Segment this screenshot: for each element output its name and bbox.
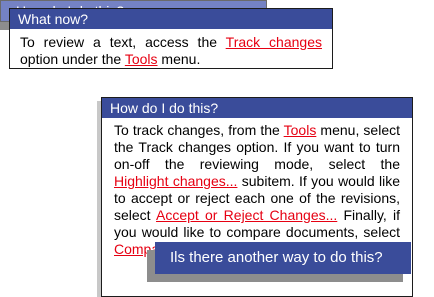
tools-link[interactable]: Tools (125, 51, 158, 67)
what-now-window: What now? To review a text, access the T… (9, 8, 333, 69)
text-segment: option under the (20, 51, 125, 67)
what-now-title: What now? (10, 9, 332, 29)
accept-reject-changes-link[interactable]: Accept or Reject Changes... (156, 207, 337, 223)
highlight-changes-link[interactable]: Highlight changes... (114, 173, 237, 189)
what-now-text: To review a text, access the Track chang… (10, 29, 332, 68)
how-do-i-title: How do I do this? (102, 98, 412, 118)
track-changes-link[interactable]: Track changes (226, 34, 322, 50)
another-way-button[interactable]: Ils there another way to do this? (155, 242, 411, 274)
text-segment: To track changes, from the (114, 122, 284, 138)
text-segment: To review a text, access the (20, 34, 226, 50)
text-segment: menu. (157, 51, 201, 67)
tools-link[interactable]: Tools (284, 122, 317, 138)
